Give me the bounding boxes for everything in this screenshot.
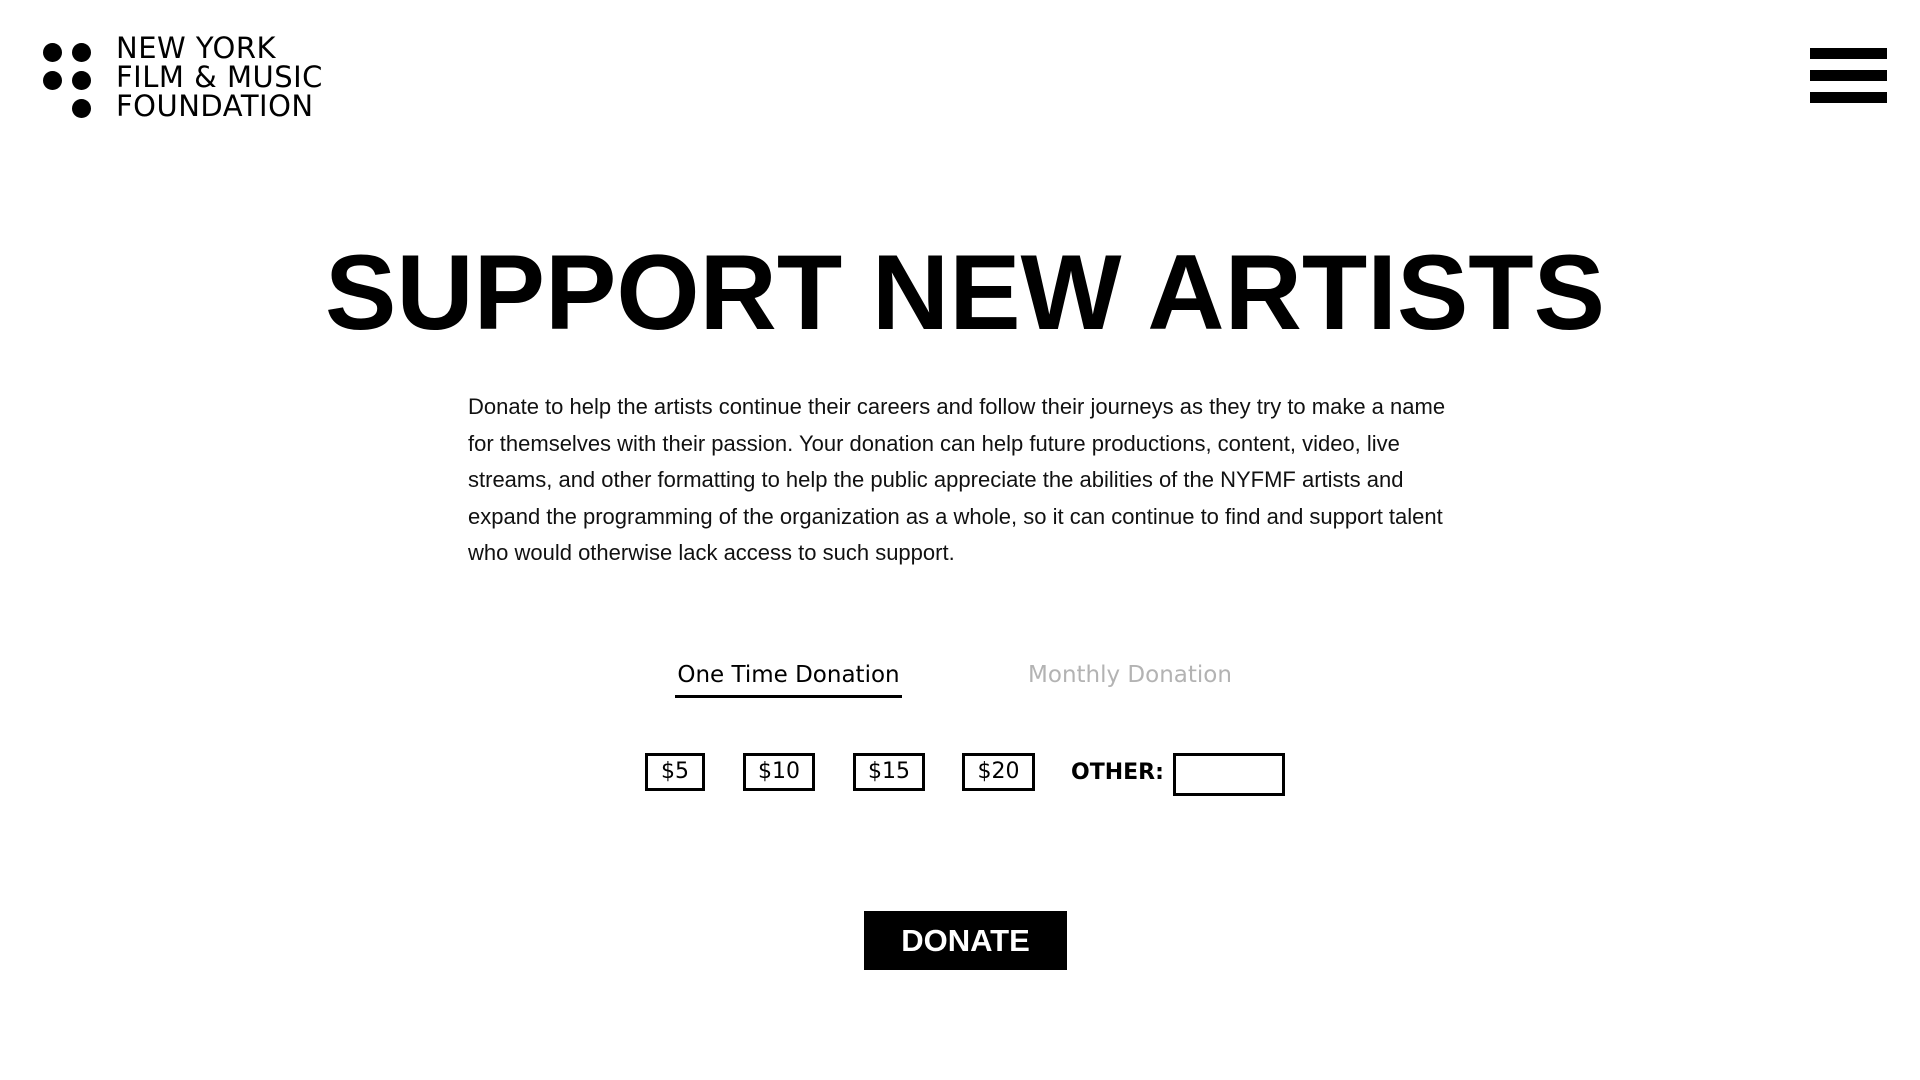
- logo-wordmark: NEW YORK FILM & MUSIC FOUNDATION: [116, 34, 323, 121]
- intro-paragraph: Donate to help the artists continue thei…: [468, 394, 1446, 565]
- site-logo[interactable]: NEW YORK FILM & MUSIC FOUNDATION: [43, 34, 323, 121]
- donate-button[interactable]: DONATE: [864, 911, 1067, 970]
- other-amount-input[interactable]: [1173, 753, 1285, 796]
- amount-option-10[interactable]: $10: [743, 753, 815, 791]
- logo-line-2: FILM & MUSIC: [116, 60, 323, 94]
- active-tab-underline: [675, 695, 902, 698]
- logo-line-1: NEW YORK: [116, 31, 277, 65]
- logo-dots-icon: [43, 38, 93, 118]
- page: NEW YORK FILM & MUSIC FOUNDATION SUPPORT…: [0, 0, 1920, 1080]
- tab-one-time-donation[interactable]: One Time Donation: [675, 660, 902, 690]
- amount-option-15[interactable]: $15: [853, 753, 925, 791]
- logo-line-3: FOUNDATION: [116, 89, 314, 123]
- tab-monthly-donation[interactable]: Monthly Donation: [1020, 660, 1240, 690]
- page-title: SUPPORT NEW ARTISTS: [324, 232, 1606, 352]
- other-amount-label: OTHER:: [1071, 760, 1164, 785]
- hamburger-menu-icon[interactable]: [1810, 48, 1887, 104]
- amount-option-20[interactable]: $20: [962, 753, 1035, 791]
- amount-option-5[interactable]: $5: [645, 753, 705, 791]
